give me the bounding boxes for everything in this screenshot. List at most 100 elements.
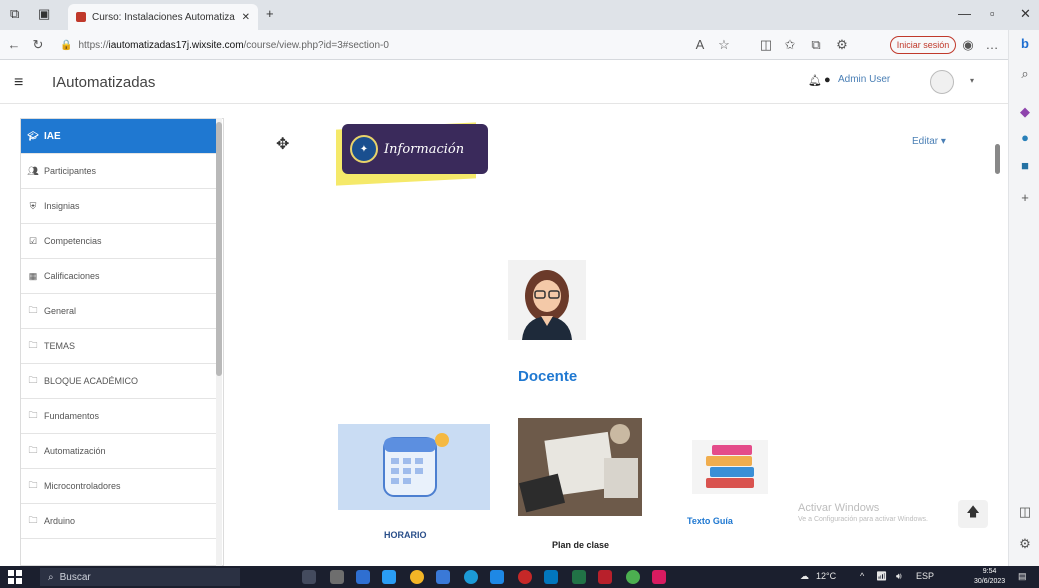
drawer-item-fundamentos[interactable]: 🗀 Fundamentos bbox=[21, 399, 218, 434]
tag-icon[interactable]: ◆ bbox=[1017, 104, 1033, 120]
drawer-item-participantes[interactable]: 👥︎ Participantes bbox=[21, 154, 218, 189]
edge-icon[interactable] bbox=[464, 570, 478, 584]
table-icon: ▦ bbox=[28, 270, 38, 281]
profile-icon[interactable]: ◉ bbox=[960, 37, 976, 53]
drawer-item-automatizacion[interactable]: 🗀 Automatización bbox=[21, 434, 218, 469]
signin-button[interactable]: Iniciar sesión bbox=[890, 36, 956, 54]
app-icon-6[interactable] bbox=[652, 570, 666, 584]
tab-close-icon[interactable]: ✕ bbox=[242, 12, 250, 23]
drawer-item-temas[interactable]: 🗀 TEMAS bbox=[21, 329, 218, 364]
guide-text-link[interactable]: Texto Guía bbox=[687, 516, 733, 526]
collections-icon[interactable]: ⧉ bbox=[808, 37, 824, 53]
outlook-icon[interactable]: ■ bbox=[1017, 158, 1033, 174]
schedule-image[interactable] bbox=[338, 424, 490, 510]
workspaces-icon[interactable]: ⧉ bbox=[10, 6, 19, 22]
user-avatar[interactable] bbox=[930, 70, 954, 94]
course-nav-drawer: 🎓︎ IAE 👥︎ Participantes ⛨ Insignias ☑ Compet… bbox=[20, 118, 224, 566]
minimize-icon[interactable]: — bbox=[958, 6, 971, 21]
windows-start-icon[interactable] bbox=[8, 570, 22, 584]
app-icon-4[interactable] bbox=[598, 570, 612, 584]
edit-menu-button[interactable]: Editar ▾ bbox=[912, 136, 946, 147]
mail-app-icon[interactable] bbox=[356, 570, 370, 584]
extensions-icon[interactable]: ⚙ bbox=[834, 37, 850, 53]
folder-icon: 🗀 bbox=[28, 410, 38, 420]
split-screen-icon[interactable]: ◫ bbox=[758, 37, 774, 53]
excel-icon[interactable] bbox=[572, 570, 586, 584]
tray-chevron-up-icon[interactable]: ^ bbox=[860, 571, 864, 581]
add-sidebar-app-icon[interactable]: + bbox=[1017, 190, 1033, 206]
read-aloud-icon[interactable]: A bbox=[692, 37, 708, 53]
refresh-icon[interactable]: ↻ bbox=[30, 37, 46, 53]
drawer-item-competencias[interactable]: ☑ Competencias bbox=[21, 224, 218, 259]
favorite-star-icon[interactable]: ☆ bbox=[716, 37, 732, 53]
tab-title: Curso: Instalaciones Automatiza bbox=[92, 11, 235, 23]
user-menu-chevron-down-icon[interactable]: ▾ bbox=[970, 76, 974, 85]
app-icon-3[interactable] bbox=[544, 570, 558, 584]
back-icon[interactable]: ← bbox=[6, 37, 22, 53]
more-menu-icon[interactable]: … bbox=[984, 37, 1000, 53]
app-icon-2[interactable] bbox=[518, 570, 532, 584]
network-icon[interactable]: 📶︎ bbox=[876, 571, 887, 582]
sidebar-layout-icon[interactable]: ◫ bbox=[1017, 504, 1033, 520]
windows-taskbar: ⌕ Buscar ☁ 12°C ^ 📶︎ 🔊︎ ESP 9:54 30/6/20… bbox=[0, 566, 1039, 588]
messages-icon[interactable]: ● bbox=[824, 74, 831, 86]
class-plan-link[interactable]: Plan de clase bbox=[552, 540, 609, 550]
url-prefix: https:// bbox=[78, 39, 109, 51]
widgets-icon[interactable] bbox=[330, 570, 344, 584]
drawer-item-label: Insignias bbox=[44, 201, 80, 211]
class-plan-image[interactable] bbox=[518, 418, 642, 516]
drawer-scrollbar[interactable] bbox=[216, 118, 222, 566]
lock-icon: 🔒 bbox=[60, 39, 73, 51]
main-scrollbar[interactable] bbox=[994, 104, 1002, 566]
taskbar-clock[interactable]: 9:54 30/6/2023 bbox=[974, 567, 1005, 587]
taskbar-search[interactable]: ⌕ Buscar bbox=[40, 568, 240, 586]
user-name[interactable]: Admin User bbox=[838, 74, 890, 85]
drawer-item-label: TEMAS bbox=[44, 341, 76, 351]
office-icon[interactable]: ● bbox=[1017, 130, 1033, 146]
files-app-icon[interactable] bbox=[382, 570, 396, 584]
drawer-item-insignias[interactable]: ⛨ Insignias bbox=[21, 189, 218, 224]
bing-icon[interactable]: b bbox=[1017, 36, 1033, 52]
temperature[interactable]: 12°C bbox=[816, 571, 836, 581]
main-scrollbar-thumb[interactable] bbox=[995, 144, 1000, 174]
drawer-item-iae[interactable]: 🎓︎ IAE bbox=[21, 119, 218, 154]
favorites-icon[interactable]: ✩ bbox=[782, 37, 798, 53]
task-view-icon[interactable] bbox=[302, 570, 316, 584]
back-to-top-button[interactable]: 🡅 bbox=[958, 500, 988, 528]
search-icon[interactable]: ⌕ bbox=[1017, 66, 1033, 82]
maximize-icon[interactable]: ▫ bbox=[990, 6, 995, 21]
signin-label: Iniciar sesión bbox=[896, 40, 950, 50]
drawer-item-arduino[interactable]: 🗀 Arduino bbox=[21, 504, 218, 539]
drawer-scrollbar-thumb[interactable] bbox=[216, 122, 222, 376]
schedule-link[interactable]: HORARIO bbox=[384, 530, 427, 540]
notifications-icon[interactable]: ▤ bbox=[1018, 571, 1027, 582]
url-field[interactable]: 🔒 https://iautomatizadas17j.wixsite.com/… bbox=[60, 35, 680, 55]
drawer-item-microcontroladores[interactable]: 🗀 Microcontroladores bbox=[21, 469, 218, 504]
weather-icon[interactable]: ☁ bbox=[800, 571, 809, 582]
hamburger-menu-icon[interactable]: ≡ bbox=[14, 74, 23, 92]
sidebar-settings-icon[interactable]: ⚙ bbox=[1017, 536, 1033, 552]
app-icon-1[interactable] bbox=[490, 570, 504, 584]
move-icon[interactable]: ✥ bbox=[276, 134, 289, 154]
tab-actions-icon[interactable]: ▣ bbox=[38, 6, 50, 22]
new-tab-icon[interactable]: + bbox=[266, 6, 274, 21]
browser-tab[interactable]: Curso: Instalaciones Automatiza ✕ bbox=[68, 4, 258, 30]
volume-icon[interactable]: 🔊︎ bbox=[896, 571, 902, 582]
notifications-bell-icon[interactable]: 🔔︎ bbox=[808, 74, 822, 87]
language-indicator[interactable]: ESP bbox=[916, 571, 934, 581]
site-name[interactable]: IAutomatizadas bbox=[52, 74, 155, 91]
app-icon-5[interactable] bbox=[626, 570, 640, 584]
books-image[interactable] bbox=[692, 440, 768, 494]
drawer-item-general[interactable]: 🗀 General bbox=[21, 294, 218, 329]
close-window-icon[interactable]: ✕ bbox=[1020, 6, 1031, 22]
teacher-link[interactable]: Docente bbox=[518, 368, 577, 385]
teacher-avatar-image[interactable] bbox=[508, 260, 586, 340]
site-navbar: ≡ IAutomatizadas 🔔︎ ● Admin User ▾ bbox=[0, 60, 1008, 104]
drawer-item-bloque-academico[interactable]: 🗀 BLOQUE ACADÉMICO bbox=[21, 364, 218, 399]
chrome-icon[interactable] bbox=[410, 570, 424, 584]
drawer-item-calificaciones[interactable]: ▦ Calificaciones bbox=[21, 259, 218, 294]
drawer-item-label: BLOQUE ACADÉMICO bbox=[44, 376, 139, 386]
info-banner-image[interactable]: ✦ Información bbox=[336, 116, 490, 186]
store-icon[interactable] bbox=[436, 570, 450, 584]
drawer-item-label: Microcontroladores bbox=[44, 481, 121, 491]
